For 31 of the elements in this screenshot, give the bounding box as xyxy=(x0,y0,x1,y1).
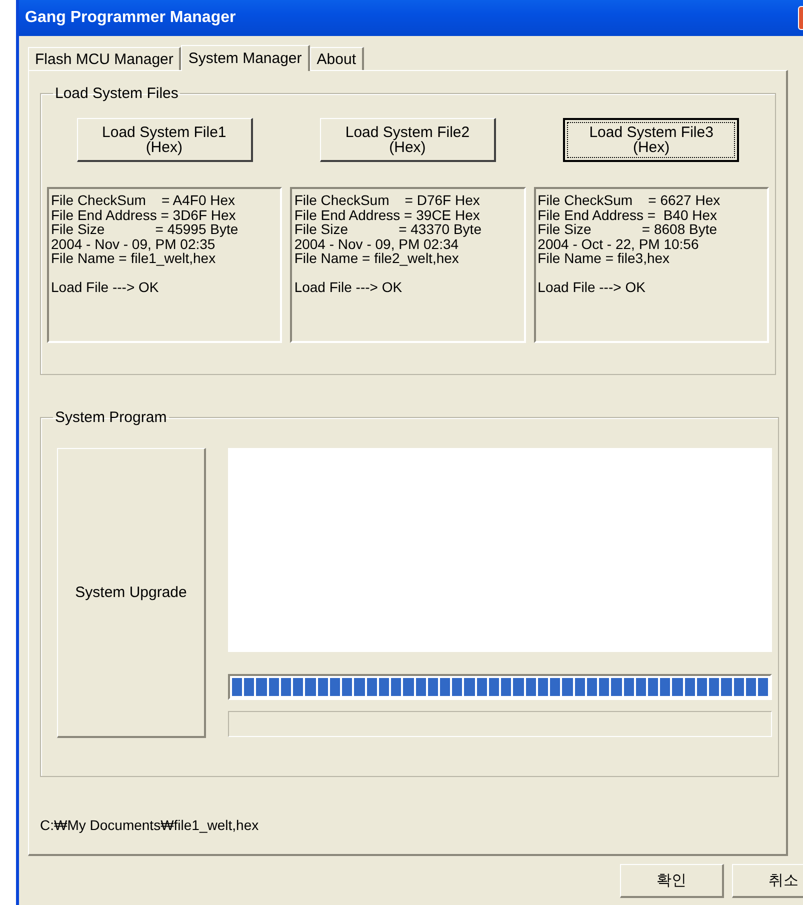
info-line: File End Address = 39CE Hex xyxy=(294,208,480,222)
group-title: System Program xyxy=(54,409,168,426)
load-file-button[interactable]: Load System File2 (Hex) xyxy=(320,118,496,162)
info-line: File Size = 8608 Byte xyxy=(538,222,718,236)
info-line: File End Address = 3D6F Hex xyxy=(51,208,236,222)
tab[interactable]: About xyxy=(310,47,364,70)
load-file-button[interactable]: Load System File3 (Hex) xyxy=(563,118,740,162)
info-line: 2004 - Nov - 09, PM 02:35 xyxy=(51,236,216,251)
info-line: File Size = 45995 Byte xyxy=(51,222,238,236)
load-result: Load File ---> OK xyxy=(538,280,646,294)
info-line: File Name = file1_welt,hex xyxy=(51,251,216,266)
info-line: File Name = file2_welt,hex xyxy=(294,251,459,266)
window-title: Gang Programmer Manager xyxy=(25,9,236,27)
group-title: Load System Files xyxy=(54,85,180,102)
system-upgrade-button[interactable]: System Upgrade xyxy=(57,448,206,738)
load-result: Load File ---> OK xyxy=(294,280,402,294)
tab[interactable]: Flash MCU Manager xyxy=(28,47,182,70)
info-line: 2004 - Oct - 22, PM 10:56 xyxy=(538,236,699,251)
load-result: Load File ---> OK xyxy=(51,280,159,294)
dialog-button[interactable]: 확인 xyxy=(620,864,724,898)
dialog-button[interactable]: 취소 xyxy=(732,864,803,898)
info-line: File CheckSum = A4F0 Hex xyxy=(51,193,236,208)
info-line: 2004 - Nov - 09, PM 02:34 xyxy=(294,236,459,251)
tab[interactable]: System Manager xyxy=(181,45,310,71)
info-line: File Size = 43370 Byte xyxy=(294,222,482,236)
file-path: C:₩My Documents₩file1_welt,hex xyxy=(40,817,260,833)
info-line: File Name = file3,hex xyxy=(538,251,670,266)
info-line: File CheckSum = 6627 Hex xyxy=(538,193,720,208)
info-line: File End Address = B40 Hex xyxy=(538,208,718,222)
load-file-button[interactable]: Load System File1 (Hex) xyxy=(76,118,253,162)
info-line: File CheckSum = D76F Hex xyxy=(294,193,480,208)
